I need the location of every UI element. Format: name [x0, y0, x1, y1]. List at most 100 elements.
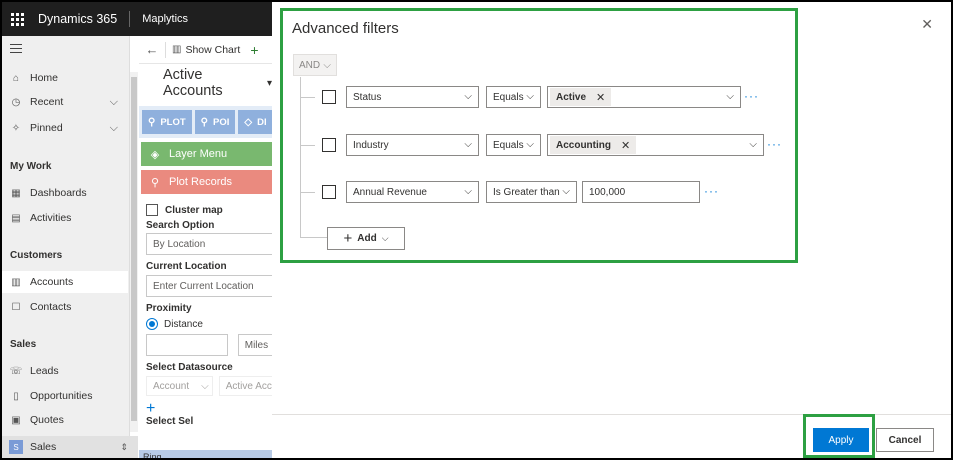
operator-select[interactable]: Equals ⌵	[486, 134, 541, 156]
nav-item-label: Recent	[30, 96, 64, 108]
advanced-filters-dialog: Advanced filters AND ⌵ Status ⌵ Equals ⌵…	[272, 2, 951, 458]
datasource-entity-select[interactable]: Account ⌵	[146, 376, 213, 396]
tab-poi[interactable]: ⚲ POI	[194, 110, 236, 134]
value-select[interactable]: Active ✕ ⌵	[547, 86, 741, 108]
tree-line	[300, 145, 315, 146]
nav-item-recent[interactable]: ◷ Recent ⌵	[2, 91, 128, 113]
clock-icon: ◷	[11, 96, 21, 108]
current-location-label: Current Location	[146, 261, 227, 272]
divider	[165, 41, 166, 58]
area-label: Sales	[30, 441, 57, 453]
nav-item-leads[interactable]: ☏ Leads	[2, 360, 128, 382]
row-more-icon[interactable]: ···	[704, 184, 719, 198]
operator-value: Equals	[493, 139, 524, 151]
operator-select[interactable]: Equals ⌵	[486, 86, 541, 108]
search-form: Cluster map Search Option By Location Cu…	[146, 204, 272, 424]
field-select[interactable]: Annual Revenue ⌵	[346, 181, 479, 203]
row-more-icon[interactable]: ···	[744, 89, 759, 103]
nav-item-opportunities[interactable]: ▯ Opportunities	[2, 385, 128, 407]
field-value: Annual Revenue	[353, 186, 427, 198]
nav-item-label: Leads	[30, 365, 59, 377]
phone-icon: ☏	[9, 365, 23, 377]
distance-input[interactable]	[146, 334, 228, 356]
value-input[interactable]: 100,000	[582, 181, 700, 203]
add-button[interactable]: + Add ⌵	[327, 227, 405, 250]
nav-item-pinned[interactable]: ✧ Pinned ⌵	[2, 117, 128, 139]
layer-menu-button[interactable]: ◈ Layer Menu	[141, 142, 272, 166]
plot-records-button[interactable]: ⚲ Plot Records	[141, 170, 272, 194]
chevron-down-icon: ⌵	[562, 186, 570, 197]
apply-button[interactable]: Apply	[813, 428, 869, 452]
plot-records-label: Plot Records	[169, 176, 232, 188]
row-checkbox[interactable]	[322, 185, 336, 199]
value-select[interactable]: Accounting ✕ ⌵	[547, 134, 764, 156]
distance-radio-row: Distance	[146, 318, 272, 330]
view-selector[interactable]: Active Accounts ▾	[139, 64, 272, 102]
nav-item-label: Accounts	[30, 276, 74, 288]
show-chart-button[interactable]: Show Chart	[185, 44, 240, 56]
tab-plot[interactable]: ⚲ PLOT	[142, 110, 192, 134]
datasource-view-select[interactable]: Active Acc	[218, 376, 272, 396]
chevron-down-icon: ⌵	[726, 91, 734, 102]
app-launcher-icon[interactable]	[4, 2, 30, 36]
divider	[129, 11, 131, 27]
hamburger-icon[interactable]	[10, 44, 22, 56]
cluster-map-label: Cluster map	[165, 204, 223, 216]
remove-tag-icon[interactable]: ✕	[621, 139, 630, 152]
truncated-label: Select Sel	[146, 416, 194, 424]
chevron-down-icon: ⌵	[464, 186, 472, 197]
app-frame: Dynamics 365 Maplytics ⌂ Home ◷ Recent ⌵…	[0, 0, 953, 460]
row-checkbox[interactable]	[322, 138, 336, 152]
field-value: Status	[353, 91, 382, 103]
row-more-icon[interactable]: ···	[767, 137, 782, 151]
chevron-down-icon[interactable]: ⌵	[110, 122, 118, 135]
nav-item-dashboards[interactable]: ▦ Dashboards	[2, 182, 128, 204]
field-select[interactable]: Industry ⌵	[346, 134, 479, 156]
section-title-customers: Customers	[10, 250, 63, 261]
new-icon[interactable]: +	[250, 42, 258, 58]
search-option-label: Search Option	[146, 220, 215, 231]
operator-value: Is Greater than	[493, 186, 560, 198]
plot-toolbar: ⚲ PLOT ⚲ POI ◇ DI	[139, 106, 272, 138]
distance-radio[interactable]	[146, 318, 158, 330]
area-switcher[interactable]: S Sales ⇕	[2, 436, 138, 458]
group-operator-select[interactable]: AND ⌵	[293, 54, 337, 76]
operator-select[interactable]: Is Greater than ⌵	[486, 181, 577, 203]
chevron-down-icon: ⌵	[464, 91, 472, 102]
nav-item-label: Dashboards	[30, 187, 87, 199]
miles-select[interactable]: Miles	[237, 334, 272, 356]
nav-item-quotes[interactable]: ▣ Quotes	[2, 409, 128, 431]
search-option-select[interactable]: By Location	[146, 233, 272, 255]
group-operator-value: AND	[299, 59, 321, 71]
current-location-input[interactable]: Enter Current Location	[146, 275, 272, 297]
tab-di[interactable]: ◇ DI	[238, 110, 272, 134]
chevron-down-icon[interactable]: ⌵	[110, 96, 118, 109]
nav-item-activities[interactable]: ▤ Activities	[2, 207, 128, 229]
nav-item-home[interactable]: ⌂ Home	[2, 67, 128, 89]
remove-tag-icon[interactable]: ✕	[596, 91, 605, 104]
nav-item-contacts[interactable]: ☐ Contacts	[2, 296, 128, 318]
value-tag-label: Accounting	[556, 139, 611, 151]
cancel-button[interactable]: Cancel	[876, 428, 934, 452]
quote-icon: ▣	[11, 414, 21, 426]
plus-icon: +	[343, 230, 353, 247]
cluster-map-checkbox[interactable]	[146, 204, 158, 216]
proximity-label: Proximity	[146, 303, 192, 314]
field-select[interactable]: Status ⌵	[346, 86, 479, 108]
tree-line	[300, 77, 301, 237]
add-label: Add	[357, 233, 377, 244]
close-icon[interactable]: ✕	[921, 16, 933, 33]
section-title-my-work: My Work	[10, 161, 52, 172]
layers-icon: ◈	[150, 148, 160, 161]
scrollbar-thumb[interactable]	[131, 77, 137, 421]
module-name[interactable]: Maplytics	[142, 13, 188, 25]
row-checkbox[interactable]	[322, 90, 336, 104]
back-arrow-icon[interactable]: ←	[139, 42, 165, 57]
tree-line	[300, 97, 315, 98]
value-tag: Active ✕	[550, 88, 612, 106]
tab-label: PLOT	[160, 116, 186, 128]
app-name[interactable]: Dynamics 365	[38, 12, 117, 26]
tree-line	[300, 237, 327, 238]
nav-item-accounts[interactable]: ▥ Accounts	[2, 271, 128, 293]
nav-scrollbar[interactable]	[130, 72, 138, 432]
